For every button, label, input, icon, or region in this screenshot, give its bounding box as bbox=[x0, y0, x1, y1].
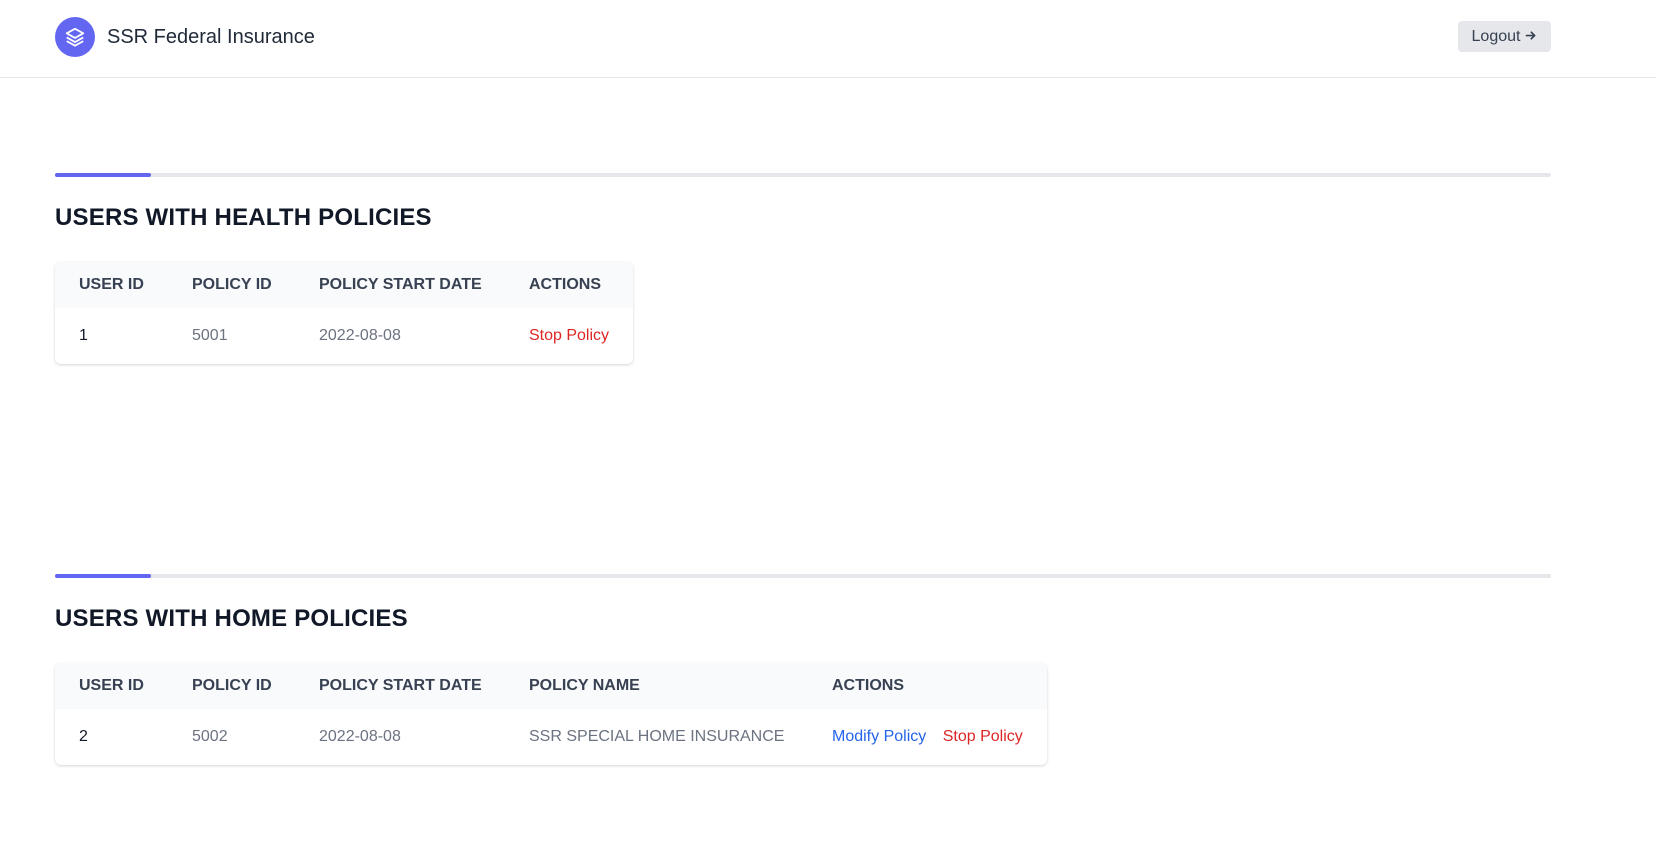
column-header-policy-id: POLICY ID bbox=[192, 677, 272, 694]
user-id-cell: 2 bbox=[79, 728, 88, 745]
stack-layers-icon bbox=[55, 17, 95, 57]
stop-policy-link[interactable]: Stop Policy bbox=[943, 728, 1023, 745]
app-name: SSR Federal Insurance bbox=[107, 25, 315, 48]
user-id-cell: 1 bbox=[79, 327, 88, 344]
table-header-row: USER ID POLICY ID POLICY START DATE ACTI… bbox=[55, 262, 634, 308]
top-header: SSR Federal Insurance Logout bbox=[0, 0, 1656, 78]
table-row: 1 5001 2022-08-08 Stop Policy bbox=[55, 308, 633, 364]
policy-name-cell: SSR SPECIAL HOME INSURANCE bbox=[529, 728, 785, 745]
column-header-user-id: USER ID bbox=[79, 276, 144, 293]
table-row: 2 5002 2022-08-08 SSR SPECIAL HOME INSUR… bbox=[55, 709, 1047, 765]
start-date-cell: 2022-08-08 bbox=[319, 327, 401, 344]
home-policies-table: USER ID POLICY ID POLICY START DATE POLI… bbox=[55, 663, 1047, 765]
policy-id-cell: 5002 bbox=[192, 728, 228, 745]
section-divider-accent bbox=[55, 574, 151, 578]
stop-policy-link[interactable]: Stop Policy bbox=[529, 327, 609, 344]
column-header-actions: ACTIONS bbox=[529, 276, 601, 293]
home-section-title: USERS WITH HOME POLICIES bbox=[55, 605, 408, 632]
health-policies-table: USER ID POLICY ID POLICY START DATE ACTI… bbox=[55, 262, 634, 364]
actions-cell: Stop Policy bbox=[505, 308, 633, 364]
column-header-actions: ACTIONS bbox=[832, 677, 904, 694]
column-header-user-id: USER ID bbox=[79, 677, 144, 694]
logout-label: Logout bbox=[1471, 27, 1521, 45]
column-header-policy-start-date: POLICY START DATE bbox=[319, 677, 482, 694]
column-header-policy-id: POLICY ID bbox=[192, 276, 272, 293]
table-header-row: USER ID POLICY ID POLICY START DATE POLI… bbox=[55, 663, 1047, 709]
health-policies-section: USERS WITH HEALTH POLICIES USER ID POLIC… bbox=[55, 173, 1551, 369]
brand[interactable]: SSR Federal Insurance bbox=[55, 17, 315, 57]
start-date-cell: 2022-08-08 bbox=[319, 728, 401, 745]
modify-policy-link[interactable]: Modify Policy bbox=[832, 728, 926, 745]
health-section-title: USERS WITH HEALTH POLICIES bbox=[55, 204, 432, 231]
actions-cell: Modify Policy Stop Policy bbox=[808, 709, 1047, 765]
section-divider-accent bbox=[55, 173, 151, 177]
home-policies-section: USERS WITH HOME POLICIES USER ID POLICY … bbox=[55, 574, 1551, 770]
section-divider bbox=[55, 574, 1551, 578]
arrow-right-icon bbox=[1524, 29, 1537, 45]
logout-button[interactable]: Logout bbox=[1458, 21, 1551, 52]
policy-id-cell: 5001 bbox=[192, 327, 228, 344]
column-header-policy-start-date: POLICY START DATE bbox=[319, 276, 482, 293]
section-divider bbox=[55, 173, 1551, 177]
column-header-policy-name: POLICY NAME bbox=[529, 677, 640, 694]
